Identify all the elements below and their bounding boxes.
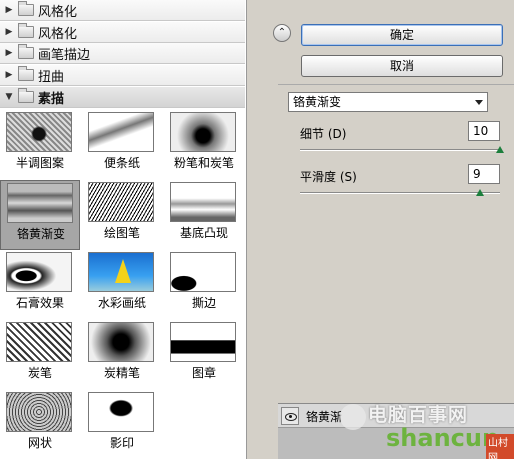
- filter-thumbnail[interactable]: 半调图案: [0, 110, 80, 180]
- category-distort[interactable]: ▶ 扭曲: [0, 65, 245, 86]
- filter-select[interactable]: 铬黄渐变: [288, 92, 488, 112]
- thumbnail-label: 铬黄渐变: [16, 227, 65, 241]
- filter-thumbnail[interactable]: 网状: [0, 390, 80, 459]
- filter-thumbnail[interactable]: 粉笔和炭笔: [164, 110, 244, 180]
- thumbnail-label: 石膏效果: [15, 296, 64, 310]
- filter-thumbnail[interactable]: 水彩画纸: [82, 250, 162, 320]
- watermark-domain: shancun: [386, 424, 500, 452]
- thumbnail-label: 便条纸: [103, 156, 140, 170]
- watermark: 电脑百事网 shancun 山村网: [340, 398, 514, 459]
- thumbnail-label: 网状: [27, 436, 52, 450]
- watermark-badge: 山村网: [486, 434, 514, 459]
- filter-thumbnail[interactable]: 影印: [82, 390, 162, 459]
- cancel-button[interactable]: 取消: [301, 55, 503, 77]
- thumbnail-label: 半调图案: [15, 156, 64, 170]
- smoothness-label: 平滑度 (S): [300, 170, 357, 184]
- thumbnail-preview-image: [170, 252, 236, 292]
- ok-button[interactable]: 确定: [301, 24, 503, 46]
- detail-input[interactable]: 10: [468, 121, 500, 141]
- folder-icon: [18, 1, 34, 16]
- thumbnail-label: 撕边: [191, 296, 216, 310]
- category-label: 素描: [38, 91, 65, 107]
- chevron-down-icon: [475, 100, 483, 105]
- thumbnail-label: 图章: [191, 366, 216, 380]
- thumbnail-label: 炭精笔: [103, 366, 140, 380]
- thumbnail-preview-image: [88, 392, 154, 432]
- detail-slider-thumb[interactable]: [496, 146, 504, 153]
- detail-slider-track[interactable]: [300, 149, 500, 151]
- smoothness-slider-track[interactable]: [300, 192, 500, 194]
- filter-select-value: 铬黄渐变: [293, 95, 342, 109]
- folder-icon: [18, 66, 34, 81]
- smoothness-input[interactable]: 9: [468, 164, 500, 184]
- detail-label: 细节 (D): [300, 127, 347, 141]
- expand-triangle-icon[interactable]: ▶: [2, 5, 16, 15]
- filter-thumbnail[interactable]: 炭精笔: [82, 320, 162, 390]
- category-stylize[interactable]: ▶ 风格化: [0, 22, 245, 43]
- collapse-triangle-icon[interactable]: ▼: [2, 92, 16, 102]
- thumbnail-label: 粉笔和炭笔: [173, 156, 234, 170]
- filter-thumbnail[interactable]: 铬黄渐变: [0, 180, 80, 250]
- category-stylize-top[interactable]: ▶ 风格化: [0, 0, 245, 21]
- expand-triangle-icon[interactable]: ▶: [2, 48, 16, 58]
- thumbnail-label: 基底凸现: [179, 226, 228, 240]
- smoothness-slider-thumb[interactable]: [476, 189, 484, 196]
- expand-triangle-icon[interactable]: ▶: [2, 27, 16, 37]
- open-folder-icon: [18, 88, 34, 103]
- watermark-logo-icon: [340, 404, 366, 430]
- category-sketch[interactable]: ▼ 素描: [0, 87, 245, 108]
- filter-thumbnail[interactable]: 撕边: [164, 250, 244, 320]
- category-label: 画笔描边: [38, 47, 91, 63]
- filter-gallery-panel: ▶ 风格化 ▶ 风格化 ▶ 画笔描边 ▶ 扭曲 ▼ 素描 半调图案 便条纸 粉笔和炭…: [0, 0, 247, 459]
- effect-layer-name: 铬黄渐: [306, 410, 343, 424]
- category-label: 风格化: [38, 4, 78, 20]
- thumbnail-label: 绘图笔: [103, 226, 140, 240]
- thumbnail-preview-image: [88, 182, 154, 222]
- thumbnail-preview-image: [6, 392, 72, 432]
- eye-icon[interactable]: [281, 407, 299, 425]
- thumbnail-label: 水彩画纸: [97, 296, 146, 310]
- settings-panel: ⌃ 确定 取消 铬黄渐变 细节 (D) 10 平滑度 (S) 9 铬黄渐: [248, 0, 514, 459]
- thumbnail-preview-image: [88, 322, 154, 362]
- thumbnail-preview-image: [88, 112, 154, 152]
- collapse-gallery-icon[interactable]: ⌃: [273, 24, 291, 42]
- filter-thumbnail[interactable]: 便条纸: [82, 110, 162, 180]
- thumbnail-preview-image: [7, 183, 73, 223]
- filter-thumbnail[interactable]: 炭笔: [0, 320, 80, 390]
- category-label: 扭曲: [38, 69, 65, 85]
- folder-icon: [18, 23, 34, 38]
- sailboat-icon: [115, 259, 131, 283]
- thumbnail-preview-image: [6, 252, 72, 292]
- thumbnail-preview-image: [6, 112, 72, 152]
- filter-thumbnail[interactable]: 图章: [164, 320, 244, 390]
- filter-thumbnail[interactable]: 绘图笔: [82, 180, 162, 250]
- thumbnail-label: 炭笔: [27, 366, 52, 380]
- thumbnail-preview-image: [170, 322, 236, 362]
- thumbnail-preview-image: [88, 252, 154, 292]
- thumbnail-preview-image: [170, 182, 236, 222]
- filter-thumbnail[interactable]: 石膏效果: [0, 250, 80, 320]
- thumbnail-label: 影印: [109, 436, 134, 450]
- thumbnail-preview-image: [6, 322, 72, 362]
- category-brush-strokes[interactable]: ▶ 画笔描边: [0, 43, 245, 64]
- filter-thumbnail[interactable]: 基底凸现: [164, 180, 244, 250]
- folder-icon: [18, 44, 34, 59]
- category-label: 风格化: [38, 26, 78, 42]
- expand-triangle-icon[interactable]: ▶: [2, 70, 16, 80]
- divider: [278, 84, 514, 85]
- watermark-text: 电脑百事网: [368, 404, 469, 426]
- thumbnail-preview-image: [170, 112, 236, 152]
